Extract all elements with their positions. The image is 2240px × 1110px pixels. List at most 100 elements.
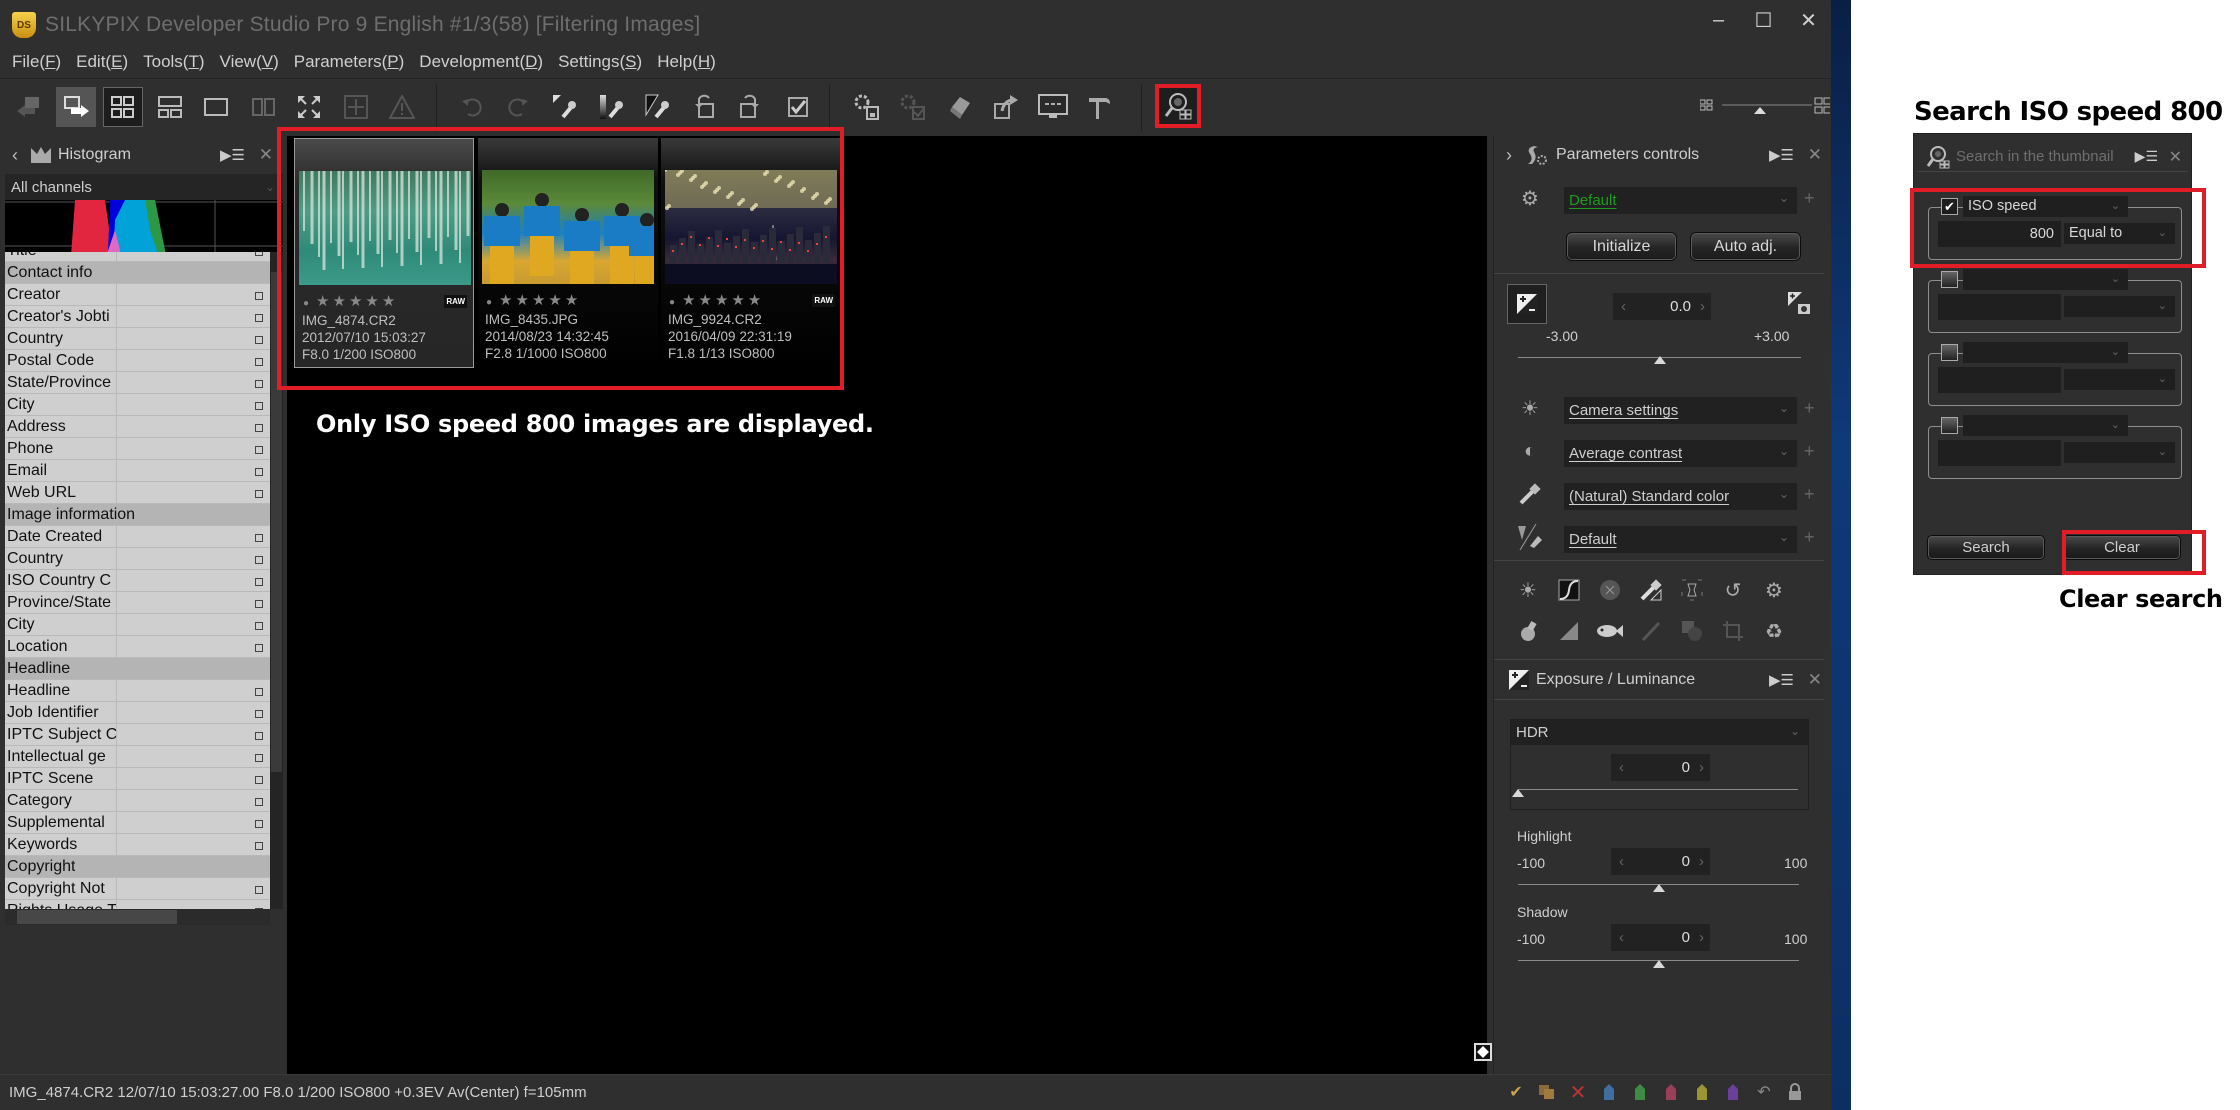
iptc-row[interactable]: Keywords <box>5 834 270 856</box>
tag-red-icon[interactable] <box>1660 1081 1682 1103</box>
iptc-row[interactable]: Country <box>5 328 270 350</box>
iptc-row[interactable]: City <box>5 394 270 416</box>
condition-field-select[interactable]: ⌄ <box>1963 342 2128 363</box>
iptc-value-field[interactable] <box>117 416 270 437</box>
back-icon[interactable] <box>10 87 50 127</box>
iptc-value-field[interactable] <box>117 526 270 547</box>
menu-settings[interactable]: Settings(S) <box>558 52 642 72</box>
condition-field-select[interactable]: ⌄ <box>1963 269 2128 290</box>
iptc-value-field[interactable] <box>117 570 270 591</box>
iptc-value-field[interactable] <box>117 592 270 613</box>
rotate-left-icon[interactable] <box>685 87 725 127</box>
mark-check-icon[interactable] <box>778 87 818 127</box>
copy-icon[interactable] <box>1536 1081 1558 1103</box>
iptc-row[interactable]: Province/State <box>5 592 270 614</box>
exposure-toggle[interactable] <box>1507 284 1547 324</box>
auto-exposure-icon[interactable] <box>1786 290 1812 321</box>
navigator-icon[interactable] <box>336 87 376 127</box>
iptc-row[interactable]: Date Created <box>5 526 270 548</box>
add-white-balance-icon[interactable]: + <box>1804 398 1815 419</box>
rotation-tool-icon[interactable]: ↺ <box>1719 576 1747 604</box>
panel-menu-icon[interactable]: ▶☰ <box>1769 671 1794 689</box>
panel-close-icon[interactable]: ✕ <box>259 145 273 165</box>
iptc-horizontal-scrollbar[interactable] <box>5 909 270 925</box>
preset-select[interactable]: Default ⌄ <box>1564 187 1797 214</box>
iptc-value-field[interactable] <box>117 790 270 811</box>
iptc-row[interactable]: IPTC Subject C <box>5 724 270 746</box>
hdr-mode-select[interactable]: HDR ⌄ <box>1511 720 1808 745</box>
iptc-value-field[interactable] <box>117 284 270 305</box>
menu-edit[interactable]: Edit(E) <box>76 52 128 72</box>
panel-menu-icon[interactable]: ▶☰ <box>2135 148 2158 165</box>
tag-blue-icon[interactable] <box>1598 1081 1620 1103</box>
panel-menu-icon[interactable]: ▶☰ <box>1769 146 1794 164</box>
other-tools-icon[interactable]: ⚙ <box>1760 576 1788 604</box>
condition-value-input[interactable] <box>1938 367 2061 393</box>
tag-purple-icon[interactable] <box>1722 1081 1744 1103</box>
recycle-tool-icon[interactable]: ♻ <box>1760 617 1788 645</box>
hdr-slider-track[interactable] <box>1518 789 1798 790</box>
minimize-button[interactable]: – <box>1696 0 1741 40</box>
iptc-row[interactable]: Headline <box>5 680 270 702</box>
forward-icon[interactable] <box>56 87 96 127</box>
collapse-right-icon[interactable]: › <box>1494 145 1524 166</box>
menu-development[interactable]: Development(D) <box>419 52 543 72</box>
iptc-value-field[interactable] <box>117 702 270 723</box>
save-parameters-icon[interactable] <box>847 87 887 127</box>
add-tone-icon[interactable]: + <box>1804 441 1815 462</box>
warning-icon[interactable] <box>382 87 422 127</box>
black-picker-icon[interactable] <box>638 87 678 127</box>
iptc-value-field[interactable] <box>117 834 270 855</box>
iptc-value-field[interactable] <box>117 438 270 459</box>
highlight-slider-thumb[interactable] <box>1652 884 1665 892</box>
highlight-tool-icon[interactable] <box>1514 617 1542 645</box>
composite-tool-icon[interactable] <box>1678 617 1706 645</box>
iptc-row[interactable]: Category <box>5 790 270 812</box>
lock-icon[interactable] <box>1784 1081 1806 1103</box>
gray-picker-icon[interactable] <box>592 87 632 127</box>
iptc-row[interactable]: Country <box>5 548 270 570</box>
undo-mark-icon[interactable]: ↶ <box>1753 1081 1775 1103</box>
iptc-row[interactable]: Email <box>5 460 270 482</box>
tag-yellow-icon[interactable] <box>1691 1081 1713 1103</box>
iptc-row[interactable]: Phone <box>5 438 270 460</box>
increment-icon[interactable]: › <box>1700 298 1705 315</box>
menu-help[interactable]: Help(H) <box>657 52 716 72</box>
color-select[interactable]: (Natural) Standard color ⌄ <box>1564 483 1797 510</box>
hdr-spinbox[interactable]: ‹ 0 › <box>1611 754 1710 781</box>
rotate-right-icon[interactable] <box>731 87 771 127</box>
exposure-spinbox[interactable]: ‹ 0.0 › <box>1613 293 1711 320</box>
iptc-value-field[interactable] <box>117 328 270 349</box>
display-icon[interactable] <box>1033 87 1073 127</box>
exposure-bias-tool-icon[interactable]: ☀ <box>1514 576 1542 604</box>
grid-view-icon[interactable] <box>103 87 143 127</box>
menu-file[interactable]: File(F) <box>12 52 61 72</box>
iptc-value-field[interactable] <box>117 636 270 657</box>
iptc-row[interactable]: Job Identifier <box>5 702 270 724</box>
highlight-spinbox[interactable]: ‹ 0 › <box>1611 848 1710 875</box>
condition-field-select[interactable]: ⌄ <box>1963 415 2128 436</box>
auto-adjust-button[interactable]: Auto adj. <box>1690 232 1801 261</box>
apply-parameters-icon[interactable] <box>893 87 933 127</box>
close-button[interactable]: ✕ <box>1786 0 1831 40</box>
compare-view-icon[interactable] <box>243 87 283 127</box>
iptc-row[interactable]: Postal Code <box>5 350 270 372</box>
iptc-value-field[interactable] <box>117 614 270 635</box>
thumbnail-size-slider[interactable] <box>1699 95 1832 119</box>
condition-value-input[interactable] <box>1938 440 2061 466</box>
fish-eye-tool-icon[interactable] <box>1596 617 1624 645</box>
iptc-row[interactable]: ISO Country C <box>5 570 270 592</box>
print-icon[interactable] <box>940 87 980 127</box>
iptc-group-header[interactable]: Copyright <box>5 856 270 878</box>
delete-icon[interactable]: ✕ <box>1567 1081 1589 1104</box>
iptc-row[interactable]: Location <box>5 636 270 658</box>
noise-tool-icon[interactable] <box>1555 617 1583 645</box>
search-button[interactable]: Search <box>1927 535 2045 560</box>
lens-correction-tool-icon[interactable] <box>1678 576 1706 604</box>
redo-icon[interactable] <box>498 87 538 127</box>
iptc-value-field[interactable] <box>117 460 270 481</box>
iptc-value-field[interactable] <box>117 724 270 745</box>
brush-tool-icon[interactable] <box>1637 617 1665 645</box>
channel-select[interactable]: All channels ⌄ <box>5 174 283 200</box>
condition-value-input[interactable] <box>1938 294 2061 320</box>
